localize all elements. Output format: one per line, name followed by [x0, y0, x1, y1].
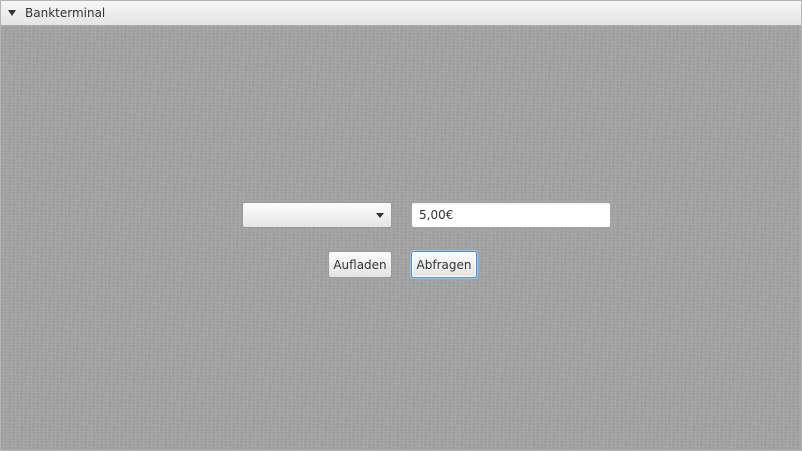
content-area: Aufladen Abfragen — [1, 26, 801, 450]
recharge-button[interactable]: Aufladen — [328, 251, 392, 278]
dropdown-arrow-icon[interactable] — [376, 213, 384, 218]
amount-input[interactable] — [411, 202, 611, 228]
query-button[interactable]: Abfragen — [411, 251, 477, 278]
account-combo-box[interactable] — [242, 202, 392, 228]
window-title: Bankterminal — [25, 6, 106, 20]
titled-pane-header[interactable]: Bankterminal — [1, 1, 801, 26]
collapse-arrow-icon[interactable] — [8, 10, 16, 16]
app-window: Bankterminal Aufladen Abfragen — [0, 0, 802, 451]
